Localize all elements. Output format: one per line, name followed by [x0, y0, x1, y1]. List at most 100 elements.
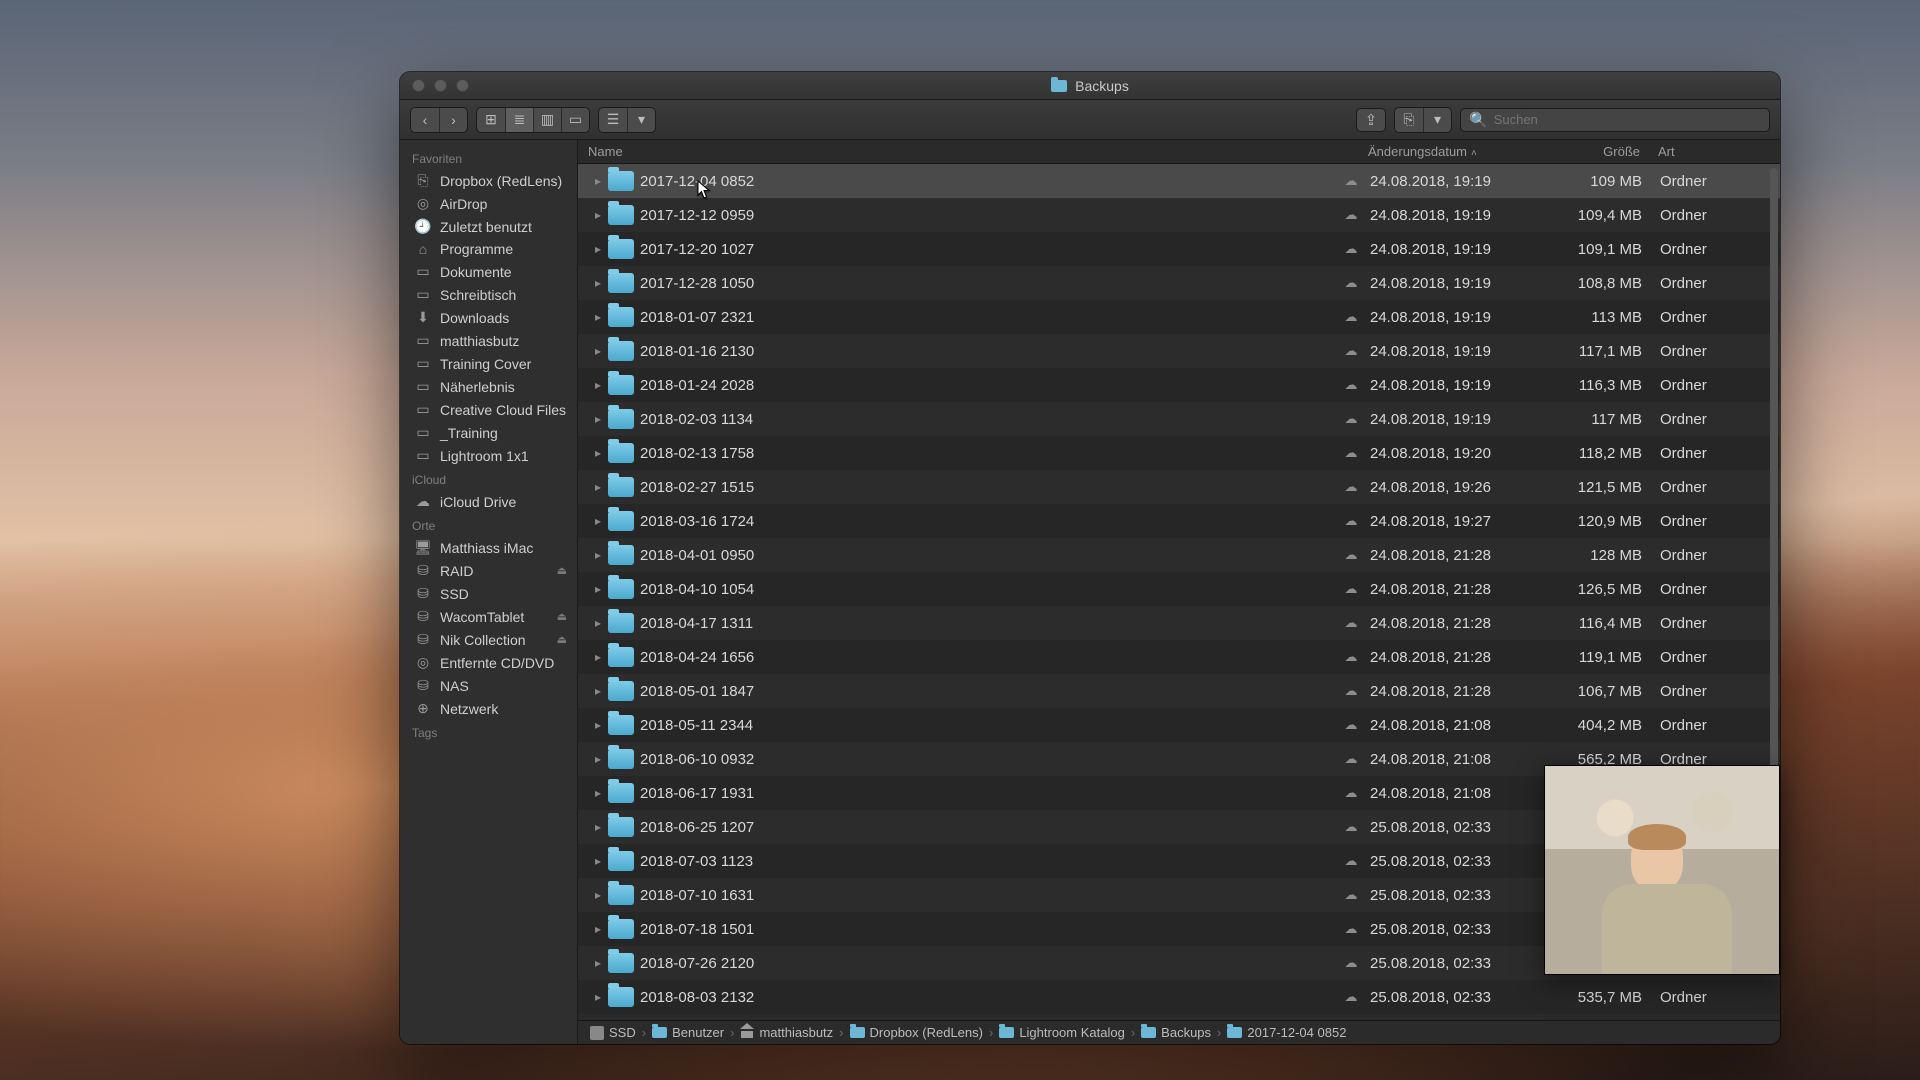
- dropbox-menu[interactable]: ⎘ ▾: [1394, 107, 1452, 133]
- sidebar-fav-3[interactable]: ⌂Programme: [400, 238, 577, 260]
- sidebar-fav-1[interactable]: ◎AirDrop: [400, 192, 577, 215]
- gallery-view-button[interactable]: ▭: [561, 108, 589, 132]
- group-chevron-icon[interactable]: ▾: [627, 108, 655, 132]
- forward-button[interactable]: ›: [439, 108, 467, 132]
- sidebar-fav-8[interactable]: ▭Training Cover: [400, 352, 577, 375]
- table-row[interactable]: ▸2018-02-27 1515☁24.08.2018, 19:26121,5 …: [578, 470, 1780, 504]
- disclosure-triangle-icon[interactable]: ▸: [588, 718, 608, 732]
- disclosure-triangle-icon[interactable]: ▸: [588, 684, 608, 698]
- table-row[interactable]: ▸2017-12-20 1027☁24.08.2018, 19:19109,1 …: [578, 232, 1780, 266]
- table-row[interactable]: ▸2018-08-03 2132☁25.08.2018, 02:33535,7 …: [578, 980, 1780, 1014]
- column-view-button[interactable]: ▥: [533, 108, 561, 132]
- disclosure-triangle-icon[interactable]: ▸: [588, 208, 608, 222]
- table-row[interactable]: ▸2018-04-01 0950☁24.08.2018, 21:28128 MB…: [578, 538, 1780, 572]
- disclosure-triangle-icon[interactable]: ▸: [588, 820, 608, 834]
- eject-icon[interactable]: ⏏: [557, 633, 567, 646]
- dropbox-chevron-icon[interactable]: ▾: [1423, 108, 1451, 132]
- disclosure-triangle-icon[interactable]: ▸: [588, 514, 608, 528]
- titlebar[interactable]: Backups: [400, 72, 1780, 100]
- disclosure-triangle-icon[interactable]: ▸: [588, 616, 608, 630]
- home-icon: [740, 1027, 754, 1038]
- file-size: 116,4 MB: [1540, 615, 1660, 632]
- group-menu[interactable]: ☰ ▾: [598, 107, 656, 133]
- sidebar-loc-1[interactable]: ⛁RAID⏏: [400, 559, 577, 582]
- disclosure-triangle-icon[interactable]: ▸: [588, 276, 608, 290]
- path-segment[interactable]: matthiasbutz: [740, 1025, 833, 1040]
- disclosure-triangle-icon[interactable]: ▸: [588, 480, 608, 494]
- search-input[interactable]: [1494, 112, 1761, 127]
- disclosure-triangle-icon[interactable]: ▸: [588, 582, 608, 596]
- dropbox-icon[interactable]: ⎘: [1395, 108, 1423, 132]
- sidebar-fav-10[interactable]: ▭Creative Cloud Files: [400, 398, 577, 421]
- sidebar-loc-3[interactable]: ⛁WacomTablet⏏: [400, 605, 577, 628]
- disclosure-triangle-icon[interactable]: ▸: [588, 752, 608, 766]
- table-row[interactable]: ▸2017-12-12 0959☁24.08.2018, 19:19109,4 …: [578, 198, 1780, 232]
- disclosure-triangle-icon[interactable]: ▸: [588, 786, 608, 800]
- path-segment[interactable]: Lightroom Katalog: [999, 1025, 1125, 1040]
- table-row[interactable]: ▸2018-01-24 2028☁24.08.2018, 19:19116,3 …: [578, 368, 1780, 402]
- table-row[interactable]: ▸2018-04-17 1311☁24.08.2018, 21:28116,4 …: [578, 606, 1780, 640]
- group-button[interactable]: ☰: [599, 108, 627, 132]
- sidebar-fav-11[interactable]: ▭_Training: [400, 421, 577, 444]
- eject-icon[interactable]: ⏏: [557, 610, 567, 623]
- col-name[interactable]: Name: [588, 144, 1330, 159]
- disclosure-triangle-icon[interactable]: ▸: [588, 888, 608, 902]
- list-view-button[interactable]: ≣: [505, 108, 533, 132]
- sidebar-fav-4[interactable]: ▭Dokumente: [400, 260, 577, 283]
- sidebar-fav-12[interactable]: ▭Lightroom 1x1: [400, 444, 577, 467]
- table-row[interactable]: ▸2018-03-16 1724☁24.08.2018, 19:27120,9 …: [578, 504, 1780, 538]
- share-button[interactable]: ⇪: [1356, 108, 1386, 132]
- sidebar-loc-4[interactable]: ⛁Nik Collection⏏: [400, 628, 577, 651]
- table-row[interactable]: ▸2018-02-03 1134☁24.08.2018, 19:19117 MB…: [578, 402, 1780, 436]
- disclosure-triangle-icon[interactable]: ▸: [588, 242, 608, 256]
- table-row[interactable]: ▸2018-04-24 1656☁24.08.2018, 21:28119,1 …: [578, 640, 1780, 674]
- disclosure-triangle-icon[interactable]: ▸: [588, 378, 608, 392]
- disclosure-triangle-icon[interactable]: ▸: [588, 922, 608, 936]
- sidebar-fav-6[interactable]: ⬇Downloads: [400, 306, 577, 329]
- sidebar-fav-2[interactable]: 🕘Zuletzt benutzt: [400, 215, 577, 238]
- scrollbar-thumb[interactable]: [1770, 168, 1778, 829]
- file-mod: 24.08.2018, 19:19: [1370, 343, 1540, 360]
- table-row[interactable]: ▸2018-04-10 1054☁24.08.2018, 21:28126,5 …: [578, 572, 1780, 606]
- path-segment[interactable]: Benutzer: [652, 1025, 724, 1040]
- sidebar-icloud-0[interactable]: ☁iCloud Drive: [400, 490, 577, 513]
- sidebar-loc-7[interactable]: ⊕Netzwerk: [400, 697, 577, 720]
- search-field[interactable]: 🔍: [1460, 108, 1770, 132]
- sidebar-fav-9[interactable]: ▭Näherlebnis: [400, 375, 577, 398]
- disclosure-triangle-icon[interactable]: ▸: [588, 412, 608, 426]
- eject-icon[interactable]: ⏏: [557, 564, 567, 577]
- sidebar-fav-7[interactable]: ▭matthiasbutz: [400, 329, 577, 352]
- sidebar-loc-6[interactable]: ⛁NAS: [400, 674, 577, 697]
- sidebar-loc-5[interactable]: ◎Entfernte CD/DVD: [400, 651, 577, 674]
- sidebar-loc-0[interactable]: 🖥Matthiass iMac: [400, 536, 577, 559]
- disclosure-triangle-icon[interactable]: ▸: [588, 956, 608, 970]
- disclosure-triangle-icon[interactable]: ▸: [588, 854, 608, 868]
- sidebar-fav-0[interactable]: ⎘Dropbox (RedLens): [400, 169, 577, 192]
- col-mod[interactable]: Änderungsdatum˄: [1368, 144, 1538, 159]
- table-row[interactable]: ▸2018-02-13 1758☁24.08.2018, 19:20118,2 …: [578, 436, 1780, 470]
- disclosure-triangle-icon[interactable]: ▸: [588, 650, 608, 664]
- file-mod: 24.08.2018, 19:20: [1370, 445, 1540, 462]
- table-row[interactable]: ▸2017-12-04 0852☁24.08.2018, 19:19109 MB…: [578, 164, 1780, 198]
- table-row[interactable]: ▸2018-01-16 2130☁24.08.2018, 19:19117,1 …: [578, 334, 1780, 368]
- disclosure-triangle-icon[interactable]: ▸: [588, 446, 608, 460]
- path-segment[interactable]: Backups: [1141, 1025, 1211, 1040]
- disclosure-triangle-icon[interactable]: ▸: [588, 548, 608, 562]
- back-button[interactable]: ‹: [411, 108, 439, 132]
- path-segment[interactable]: Dropbox (RedLens): [850, 1025, 983, 1040]
- sidebar-fav-5[interactable]: ▭Schreibtisch: [400, 283, 577, 306]
- path-segment[interactable]: 2017-12-04 0852: [1227, 1025, 1346, 1040]
- table-row[interactable]: ▸2018-01-07 2321☁24.08.2018, 19:19113 MB…: [578, 300, 1780, 334]
- sidebar-loc-2[interactable]: ⛁SSD: [400, 582, 577, 605]
- disclosure-triangle-icon[interactable]: ▸: [588, 310, 608, 324]
- table-row[interactable]: ▸2017-12-28 1050☁24.08.2018, 19:19108,8 …: [578, 266, 1780, 300]
- icon-view-button[interactable]: ⊞: [477, 108, 505, 132]
- table-row[interactable]: ▸2018-05-01 1847☁24.08.2018, 21:28106,7 …: [578, 674, 1780, 708]
- col-kind[interactable]: Art: [1658, 144, 1768, 159]
- disclosure-triangle-icon[interactable]: ▸: [588, 174, 608, 188]
- col-size[interactable]: Größe: [1538, 144, 1658, 159]
- path-segment[interactable]: SSD: [590, 1025, 636, 1040]
- disclosure-triangle-icon[interactable]: ▸: [588, 990, 608, 1004]
- disclosure-triangle-icon[interactable]: ▸: [588, 344, 608, 358]
- table-row[interactable]: ▸2018-05-11 2344☁24.08.2018, 21:08404,2 …: [578, 708, 1780, 742]
